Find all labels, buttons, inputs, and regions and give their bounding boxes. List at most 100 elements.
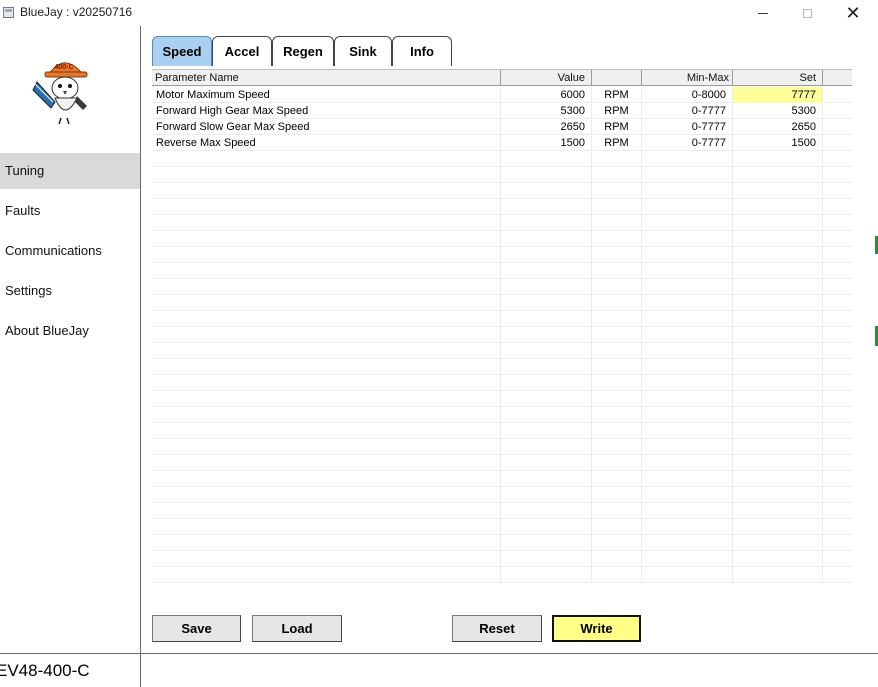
cell-min-max (642, 327, 733, 343)
cell-set[interactable] (733, 407, 823, 423)
cell-set[interactable] (733, 375, 823, 391)
cell-min-max (642, 215, 733, 231)
cell-set[interactable] (733, 359, 823, 375)
cell-set[interactable] (733, 519, 823, 535)
cell-set[interactable]: 2650 (733, 119, 823, 135)
cell-filler (823, 487, 852, 503)
cell-min-max: 0-7777 (642, 135, 733, 151)
cell-parameter-name (152, 487, 501, 503)
cell-set[interactable] (733, 311, 823, 327)
cell-value (501, 551, 592, 567)
sidebar-item-faults[interactable]: Faults (0, 193, 140, 229)
table-row-empty (152, 167, 852, 183)
cell-set[interactable] (733, 503, 823, 519)
sidebar-item-settings[interactable]: Settings (0, 273, 140, 309)
cell-filler (823, 407, 852, 423)
cell-parameter-name (152, 215, 501, 231)
table-row[interactable]: Forward High Gear Max Speed 5300 RPM 0-7777… (152, 103, 852, 119)
cell-filler (823, 199, 852, 215)
load-button[interactable]: Load (252, 615, 342, 642)
cell-unit (592, 391, 642, 407)
maximize-button[interactable] (784, 0, 830, 26)
main-panel: Speed Accel Regen Sink Info Parameter Na… (142, 26, 878, 653)
cell-set[interactable]: 1500 (733, 135, 823, 151)
table-row-empty (152, 503, 852, 519)
column-header-unit[interactable] (592, 70, 642, 86)
close-button[interactable]: ✕ (830, 0, 876, 26)
cell-value (501, 567, 592, 583)
write-button[interactable]: Write (552, 615, 641, 642)
cell-set[interactable] (733, 231, 823, 247)
cell-set[interactable] (733, 391, 823, 407)
save-button[interactable]: Save (152, 615, 241, 642)
sidebar-item-about[interactable]: About BlueJay (0, 313, 140, 349)
table-row-empty (152, 439, 852, 455)
table-row-empty (152, 295, 852, 311)
tab-info[interactable]: Info (392, 36, 452, 66)
cell-set[interactable] (733, 183, 823, 199)
sidebar-item-communications[interactable]: Communications (0, 233, 140, 269)
cell-set[interactable] (733, 199, 823, 215)
reset-button[interactable]: Reset (452, 615, 542, 642)
tab-speed[interactable]: Speed (152, 36, 212, 66)
cell-min-max (642, 519, 733, 535)
cell-set[interactable] (733, 551, 823, 567)
table-row[interactable]: Forward Slow Gear Max Speed 2650 RPM 0-7777… (152, 119, 852, 135)
cell-unit (592, 231, 642, 247)
cell-filler (823, 87, 852, 103)
cell-parameter-name (152, 151, 501, 167)
cell-set[interactable] (733, 295, 823, 311)
cell-value: 2650 (501, 119, 592, 135)
table-row-empty (152, 231, 852, 247)
cell-parameter-name (152, 359, 501, 375)
cell-unit (592, 407, 642, 423)
cell-min-max: 0-7777 (642, 103, 733, 119)
table-row-empty (152, 487, 852, 503)
cell-parameter-name (152, 535, 501, 551)
table-row[interactable]: Motor Maximum Speed 6000 RPM 0-8000 7777 (152, 87, 852, 103)
cell-set[interactable] (733, 471, 823, 487)
table-row[interactable]: Reverse Max Speed 1500 RPM 0-7777 1500 (152, 135, 852, 151)
cell-set[interactable] (733, 247, 823, 263)
cell-set[interactable] (733, 535, 823, 551)
window-title: BlueJay : v20250716 (20, 5, 133, 19)
cell-set[interactable] (733, 439, 823, 455)
bluejay-logo: 400-C (27, 52, 103, 128)
table-row-empty (152, 279, 852, 295)
cell-parameter-name: Reverse Max Speed (152, 135, 501, 151)
cell-set[interactable] (733, 327, 823, 343)
cell-set[interactable] (733, 343, 823, 359)
cell-set[interactable]: 7777 (733, 87, 823, 103)
column-header-name[interactable]: Parameter Name (152, 70, 501, 86)
cell-parameter-name (152, 519, 501, 535)
cell-set[interactable] (733, 279, 823, 295)
column-header-minmax[interactable]: Min-Max (642, 70, 733, 86)
column-header-value[interactable]: Value (501, 70, 592, 86)
cell-set[interactable] (733, 567, 823, 583)
tab-regen[interactable]: Regen (272, 36, 334, 66)
minimize-button[interactable] (740, 0, 786, 26)
cell-set[interactable] (733, 487, 823, 503)
cell-parameter-name (152, 471, 501, 487)
cell-value (501, 391, 592, 407)
cell-parameter-name (152, 423, 501, 439)
title-bar: BlueJay : v20250716 ✕ (0, 0, 878, 26)
cell-set[interactable] (733, 167, 823, 183)
cell-value (501, 247, 592, 263)
cell-value (501, 471, 592, 487)
tab-accel[interactable]: Accel (212, 36, 272, 66)
cell-set[interactable] (733, 455, 823, 471)
cell-min-max: 0-7777 (642, 119, 733, 135)
cell-value (501, 407, 592, 423)
sidebar-item-tuning[interactable]: Tuning (0, 153, 140, 189)
cell-filler (823, 423, 852, 439)
cell-set[interactable] (733, 423, 823, 439)
cell-set[interactable] (733, 215, 823, 231)
cell-set[interactable] (733, 151, 823, 167)
cell-value: 5300 (501, 103, 592, 119)
cell-set[interactable]: 5300 (733, 103, 823, 119)
column-header-set[interactable]: Set (733, 70, 823, 86)
close-icon: ✕ (845, 3, 861, 23)
tab-sink[interactable]: Sink (334, 36, 392, 66)
cell-set[interactable] (733, 263, 823, 279)
